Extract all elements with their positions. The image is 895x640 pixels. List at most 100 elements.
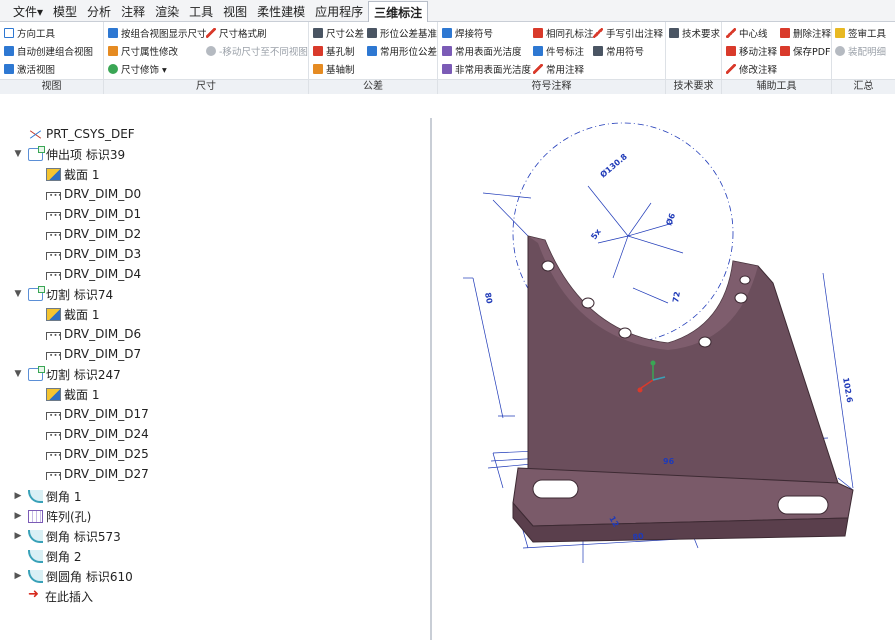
tree-item-dimension[interactable]: DRV_DIM_D0 [30, 184, 141, 204]
show-dim-by-view-button[interactable]: 按组合视图显示尺寸 [108, 24, 207, 42]
tree-item-dimension[interactable]: DRV_DIM_D27 [30, 464, 149, 484]
model-3d-view[interactable]: Ø130.8 5x Ø6 80 102.6 96 72 80 12 [433, 118, 895, 640]
tech-requirement-button[interactable]: 技术要求 [669, 24, 720, 42]
cut-icon [28, 365, 45, 381]
common-surface-finish-button[interactable]: 常用表面光洁度 [442, 42, 522, 60]
tree-item-chamfer-2[interactable]: 倒角 2 [12, 546, 81, 566]
collapse-toggle[interactable]: ▼ [12, 289, 24, 299]
dimension-icon [46, 191, 62, 200]
weld-symbol-button[interactable]: 焊接符号 [442, 24, 493, 42]
common-symbol-icon [593, 46, 603, 56]
dim-tolerance-icon [313, 28, 323, 38]
same-hole-icon [533, 28, 543, 38]
expand-toggle[interactable]: ▶ [12, 511, 24, 521]
handwritten-leader-note-button[interactable]: 手写引出注释 [593, 24, 663, 42]
dimension-icon [46, 271, 62, 280]
common-gtol-button[interactable]: 常用形位公差 [367, 42, 437, 60]
tree-item-insert-here[interactable]: 在此插入 [12, 586, 93, 606]
tree-item-chamfer-1[interactable]: ▶ 倒角 1 [12, 486, 81, 506]
tree-item-section[interactable]: 截面 1 [30, 384, 99, 404]
tree-item-dimension[interactable]: DRV_DIM_D4 [30, 264, 141, 284]
menu-render[interactable]: 渲染 [150, 1, 184, 21]
tree-item-chamfer-573[interactable]: ▶ 倒角 标识573 [12, 526, 121, 546]
tree-item-dimension[interactable]: DRV_DIM_D3 [30, 244, 141, 264]
item-number-button[interactable]: 件号标注 [533, 42, 584, 60]
tree-item-dimension[interactable]: DRV_DIM_D24 [30, 424, 149, 444]
move-dim-icon [206, 46, 216, 56]
tree-item-dimension[interactable]: DRV_DIM_D2 [30, 224, 141, 244]
assembly-bom-button[interactable]: 装配明细 [835, 42, 886, 60]
ribbon-group-label: 辅助工具 [722, 79, 831, 94]
tree-item-section[interactable]: 截面 1 [30, 304, 99, 324]
show-dim-icon [108, 28, 118, 38]
orientation-tool-button[interactable]: 方向工具 [4, 24, 55, 42]
delete-note-button[interactable]: 删除注释 [780, 24, 831, 42]
collapse-toggle[interactable]: ▼ [12, 369, 24, 379]
svg-text:72: 72 [671, 291, 682, 304]
format-painter-icon [206, 28, 216, 38]
modify-note-button[interactable]: 修改注释 [726, 60, 777, 78]
menu-3d-annotation[interactable]: 三维标注 [368, 1, 429, 22]
tree-item-dimension[interactable]: DRV_DIM_D25 [30, 444, 149, 464]
dim-property-edit-button[interactable]: 尺寸属性修改 [108, 42, 178, 60]
expand-toggle[interactable]: ▶ [12, 491, 24, 501]
dimension-icon [46, 451, 62, 460]
menu-analysis[interactable]: 分析 [82, 1, 116, 21]
tree-item-pattern[interactable]: ▶ 阵列(孔) [12, 506, 91, 526]
dimension-icon [46, 251, 62, 260]
tree-item-dimension[interactable]: DRV_DIM_D17 [30, 404, 149, 424]
menu-flexible-modeling[interactable]: 柔性建模 [252, 1, 310, 21]
tree-item-dimension[interactable]: DRV_DIM_D6 [30, 324, 141, 344]
expand-toggle[interactable]: ▶ [12, 531, 24, 541]
ribbon-group-tech-requirement: 技术要求 技术要求 [666, 22, 722, 94]
tree-item-section[interactable]: 截面 1 [30, 164, 99, 184]
datum-icon [367, 28, 377, 38]
panel-splitter[interactable] [430, 118, 432, 640]
ribbon-group-label: 公差 [309, 79, 437, 94]
hole-basis-button[interactable]: 基孔制 [313, 42, 355, 60]
menu-annotate[interactable]: 注释 [116, 1, 150, 21]
same-hole-note-button[interactable]: 相同孔标注 [533, 24, 594, 42]
tree-item-cut-74[interactable]: ▼ 切割 标识74 [12, 284, 113, 304]
tree-item-extrude-39[interactable]: ▼ 伸出项 标识39 [12, 144, 125, 164]
shaft-basis-button[interactable]: 基轴制 [313, 60, 355, 78]
review-tool-button[interactable]: 签审工具 [835, 24, 886, 42]
menu-model[interactable]: 模型 [48, 1, 82, 21]
move-note-button[interactable]: 移动注释 [726, 42, 777, 60]
svg-text:Ø130.8: Ø130.8 [598, 151, 629, 180]
save-pdf-button[interactable]: 保存PDF [780, 42, 831, 60]
gtol-icon [367, 46, 377, 56]
menu-applications[interactable]: 应用程序 [310, 1, 368, 21]
tree-item-csys[interactable]: PRT_CSYS_DEF [12, 124, 135, 144]
auto-create-combined-view-button[interactable]: 自动创建组合视图 [4, 42, 93, 60]
activate-view-button[interactable]: 激活视图 [4, 60, 55, 78]
centerline-icon [726, 28, 736, 38]
common-symbol-button[interactable]: 常用符号 [593, 42, 644, 60]
tree-item-round-610[interactable]: ▶ 倒圆角 标识610 [12, 566, 133, 586]
round-icon [28, 569, 43, 583]
section-icon [46, 167, 61, 181]
collapse-toggle[interactable]: ▼ [12, 149, 24, 159]
cut-icon [28, 285, 45, 301]
tree-item-dimension[interactable]: DRV_DIM_D7 [30, 344, 141, 364]
ribbon-group-aux-tools: 中心线 删除注释 移动注释 保存PDF 修改注释 辅助工具 [722, 22, 832, 94]
common-note-icon [533, 64, 543, 74]
dim-decoration-dropdown[interactable]: 尺寸修饰 ▾ [108, 60, 167, 78]
move-dim-to-view-button[interactable]: -移动尺寸至不同视图 [206, 42, 308, 60]
ribbon: 方向工具 自动创建组合视图 激活视图 视图 按组合视图显示尺寸 尺寸格式刷 尺寸… [0, 22, 895, 94]
dim-tolerance-button[interactable]: 尺寸公差 [313, 24, 364, 42]
model-tree: PRT_CSYS_DEF ▼伸出项 标识39 截面 1 DRV_DIM_D0 D… [0, 118, 430, 640]
uncommon-surface-finish-button[interactable]: 非常用表面光洁度 [442, 60, 531, 78]
pdf-icon [780, 46, 790, 56]
expand-toggle[interactable]: ▶ [12, 571, 24, 581]
menu-view[interactable]: 视图 [218, 1, 252, 21]
gtol-datum-button[interactable]: 形位公差基准 [367, 24, 437, 42]
tree-item-dimension[interactable]: DRV_DIM_D1 [30, 204, 141, 224]
menu-tools[interactable]: 工具 [184, 1, 218, 21]
menu-file[interactable]: 文件▾ [8, 1, 48, 21]
dim-format-painter-button[interactable]: 尺寸格式刷 [206, 24, 267, 42]
graphics-viewport[interactable]: Ø130.8 5x Ø6 80 102.6 96 72 80 12 [433, 118, 895, 640]
centerline-button[interactable]: 中心线 [726, 24, 768, 42]
common-note-button[interactable]: 常用注释 [533, 60, 584, 78]
tree-item-cut-247[interactable]: ▼ 切割 标识247 [12, 364, 121, 384]
